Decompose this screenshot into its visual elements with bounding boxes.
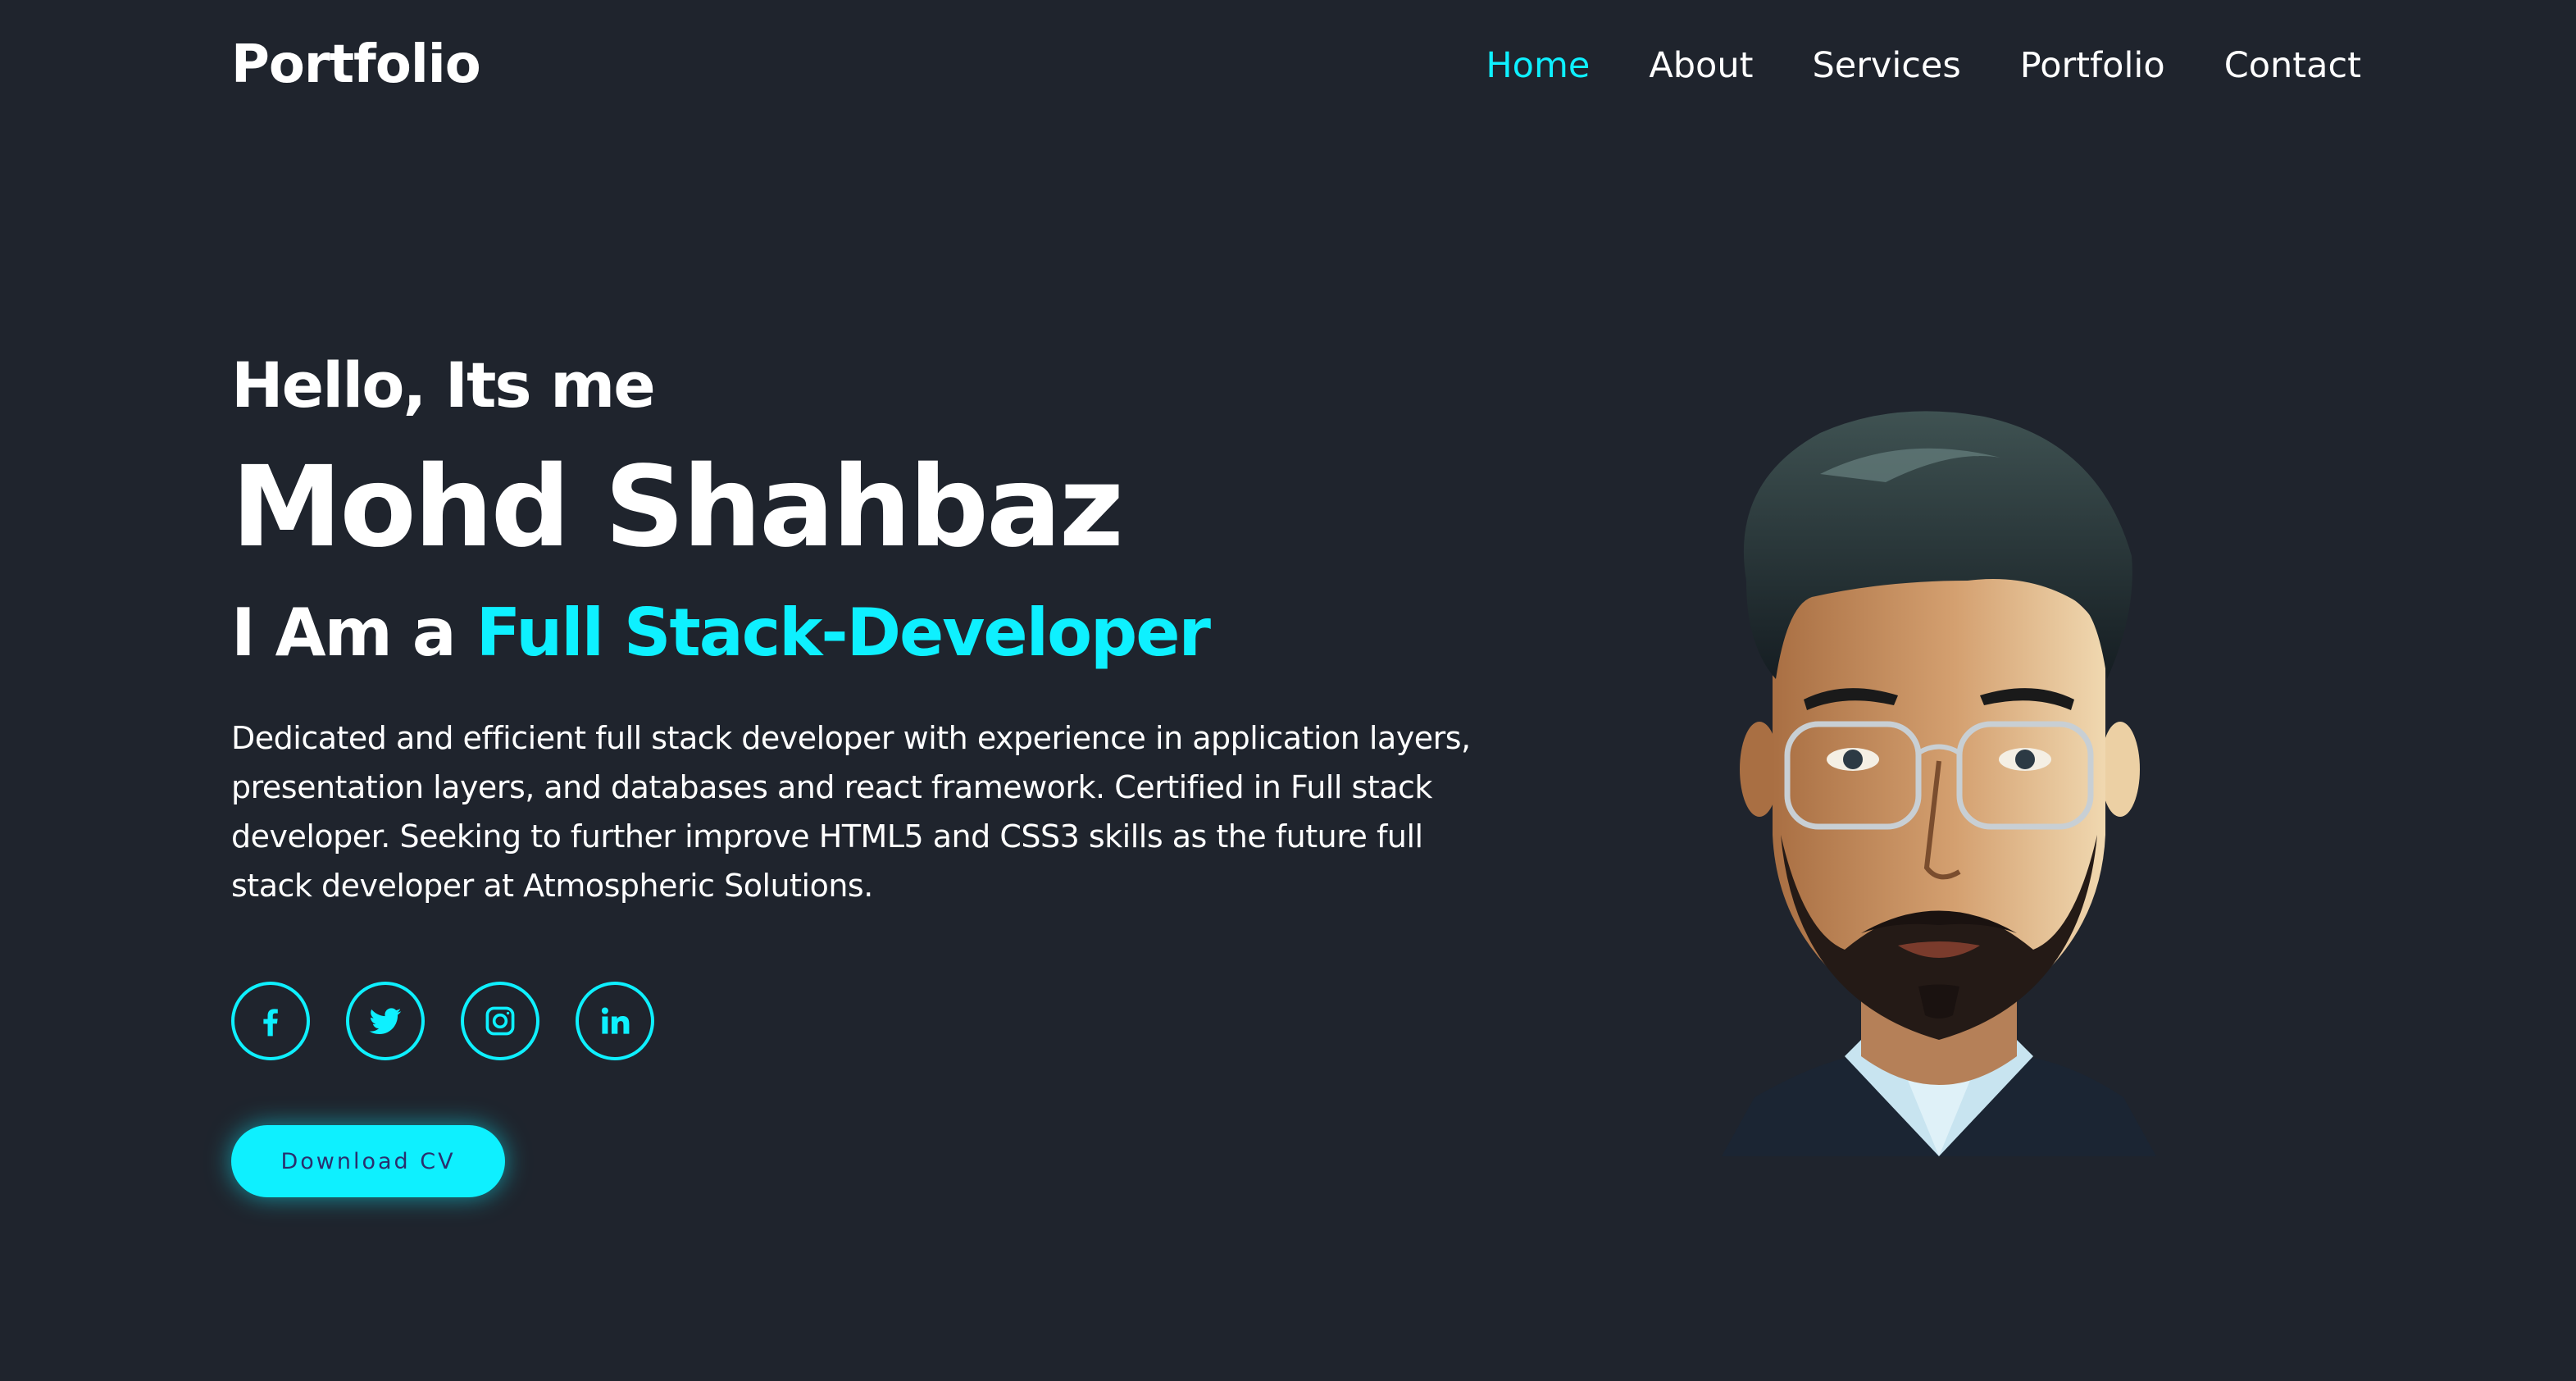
main-nav: Home About Services Portfolio Contact xyxy=(1486,45,2361,86)
download-cv-button[interactable]: Download CV xyxy=(231,1125,505,1197)
greeting-text: Hello, Its me xyxy=(231,349,656,422)
linkedin-link[interactable] xyxy=(576,982,654,1060)
nav-services[interactable]: Services xyxy=(1812,45,1960,86)
nav-contact[interactable]: Contact xyxy=(2224,45,2361,86)
twitter-link[interactable] xyxy=(346,982,425,1060)
hero-section: Hello, Its me Mohd Shahbaz I Am a Full S… xyxy=(231,343,1494,910)
nav-portfolio[interactable]: Portfolio xyxy=(2020,45,2165,86)
role-highlight: Full Stack-Developer xyxy=(476,595,1211,671)
hero-description: Dedicated and efficient full stack devel… xyxy=(231,720,1471,904)
nav-about[interactable]: About xyxy=(1649,45,1753,86)
role-prefix: I Am a xyxy=(231,595,457,671)
facebook-link[interactable] xyxy=(231,982,310,1060)
facebook-icon xyxy=(263,1009,278,1037)
instagram-icon xyxy=(485,1006,515,1036)
hero-name: Mohd Shahbaz xyxy=(231,443,1124,572)
instagram-link[interactable] xyxy=(461,982,539,1060)
social-links xyxy=(231,982,654,1060)
linkedin-icon xyxy=(601,1007,630,1034)
profile-portrait xyxy=(1722,411,2156,1156)
logo[interactable]: Portfolio xyxy=(231,34,481,95)
twitter-icon xyxy=(369,1008,402,1034)
nav-home[interactable]: Home xyxy=(1486,45,1590,86)
role-heading: I Am a Full Stack-Developer xyxy=(231,592,1494,674)
